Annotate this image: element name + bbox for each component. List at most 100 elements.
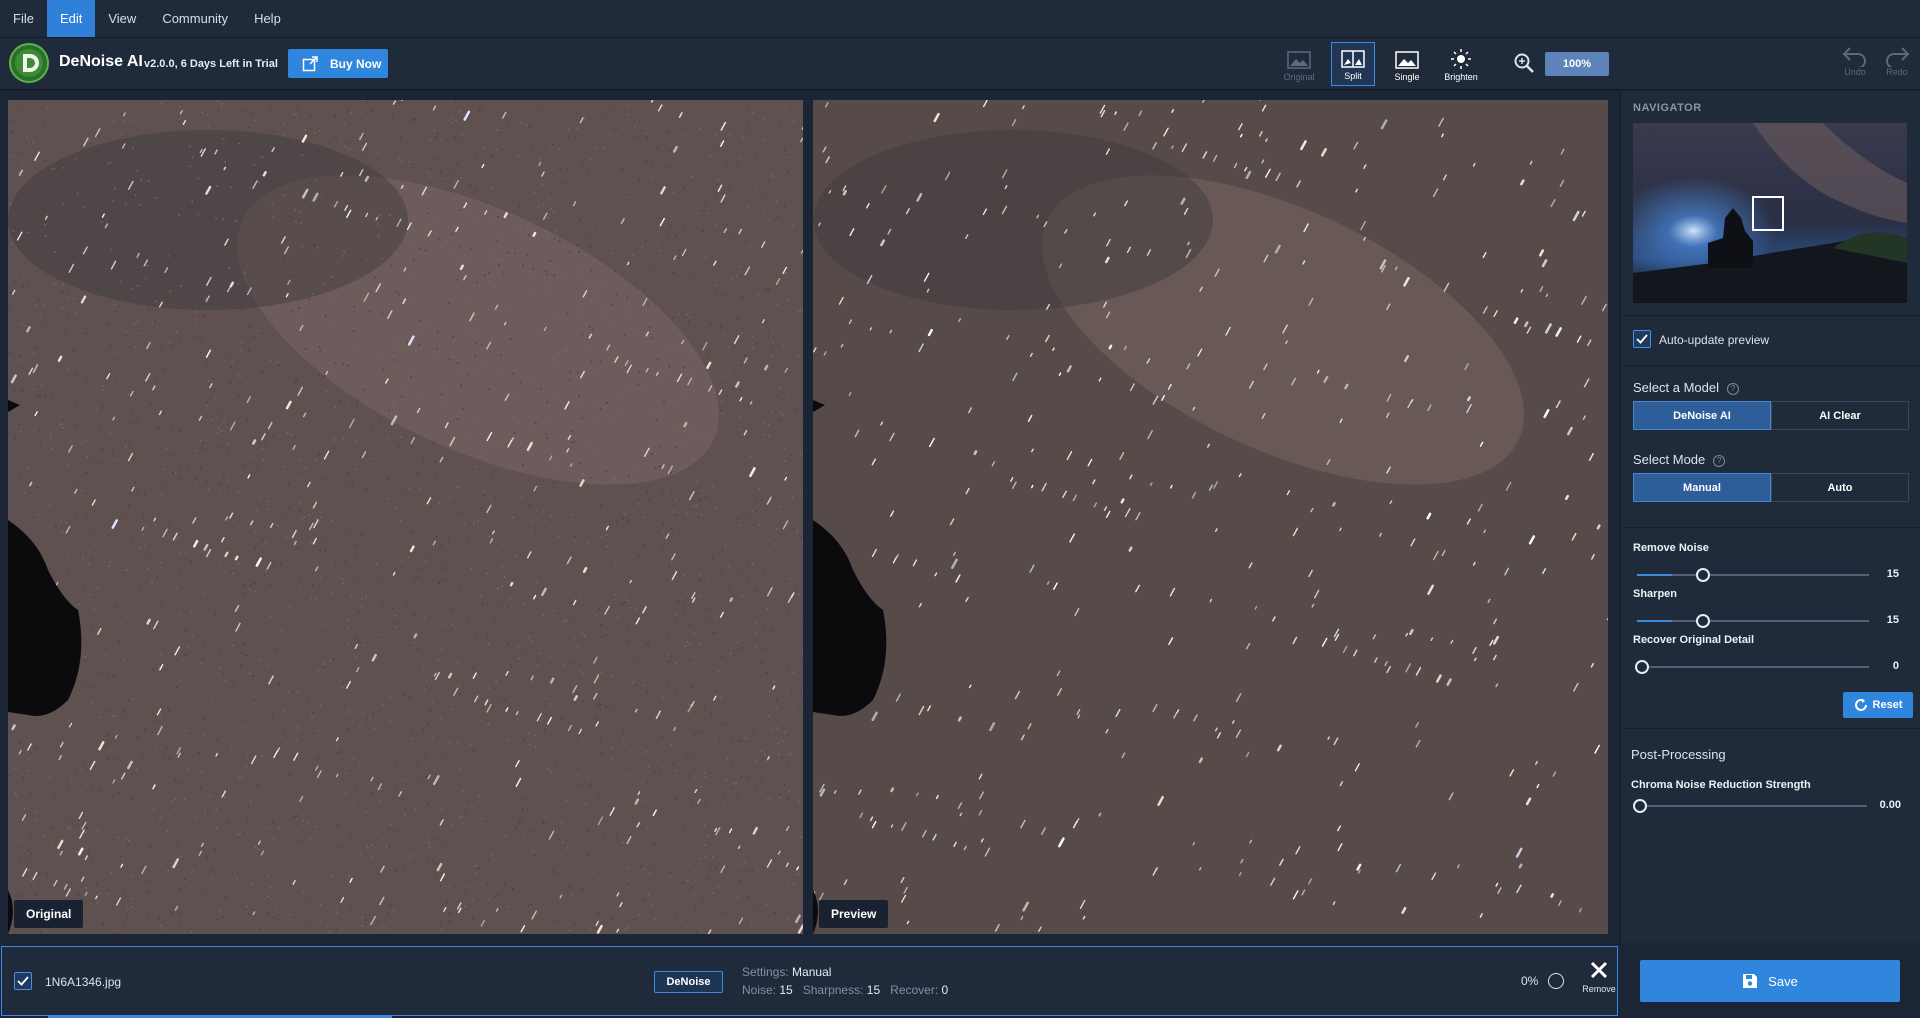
model-denoise-ai-button[interactable]: DeNoise AI: [1633, 401, 1771, 430]
chroma-label: Chroma Noise Reduction Strength: [1631, 779, 1811, 791]
navigator-title: NAVIGATOR: [1633, 102, 1702, 114]
chroma-value: 0.00: [1879, 799, 1901, 811]
image-icon: [1395, 51, 1419, 69]
buy-now-button[interactable]: Buy Now: [288, 49, 388, 78]
reset-icon: [1854, 699, 1867, 711]
noise-label: Noise:: [742, 983, 777, 997]
image-icon: [1287, 51, 1311, 69]
brighten-label: Brighten: [1444, 72, 1478, 82]
slider-label: Remove Noise: [1633, 542, 1709, 554]
menu-community[interactable]: Community: [149, 0, 241, 37]
app-title: DeNoise AI: [59, 53, 143, 70]
help-icon[interactable]: ?: [1727, 382, 1739, 395]
slider-fill: [1637, 574, 1672, 576]
model-mode-section: Select a Model? DeNoise AI AI Clear Sele…: [1621, 366, 1920, 528]
slider-value: 15: [1886, 614, 1899, 626]
external-link-icon: [302, 55, 318, 71]
sharpness-value: 15: [866, 983, 881, 997]
menu-help[interactable]: Help: [241, 0, 294, 37]
brighten-button[interactable]: Brighten: [1439, 42, 1483, 86]
save-button[interactable]: Save: [1640, 960, 1900, 1002]
remove-label: Remove: [1582, 984, 1616, 994]
navigator-landscape-image: [1633, 123, 1907, 303]
original-starfield-image: [8, 100, 803, 934]
slider-label: Sharpen: [1633, 588, 1678, 600]
slider-thumb[interactable]: [1635, 660, 1649, 674]
noise-value: 15: [779, 983, 793, 997]
split-divider[interactable]: [803, 100, 813, 934]
help-icon[interactable]: ?: [1713, 454, 1726, 467]
redo-label: Redo: [1886, 67, 1908, 77]
view-single-label: Single: [1394, 72, 1420, 82]
split-view-icon: [1341, 50, 1365, 68]
denoise-tag: DeNoise: [654, 971, 723, 993]
image-viewer: Original Preview: [0, 91, 1618, 943]
zoom-icon[interactable]: [1513, 52, 1535, 74]
file-bar: 1N6A1346.jpg DeNoise Settings: Manual No…: [0, 945, 1920, 1018]
undo-icon: [1842, 47, 1866, 67]
view-original-button[interactable]: Original: [1277, 42, 1321, 86]
menu-bar: File Edit View Community Help: [0, 0, 1920, 38]
navigator-section: NAVIGATOR: [1621, 91, 1920, 316]
sun-icon: [1451, 49, 1471, 69]
progress-percent: 0%: [1521, 974, 1539, 988]
mode-auto-button[interactable]: Auto: [1771, 473, 1909, 502]
settings-sidebar: NAVIGATOR Auto-update preview Select a M…: [1620, 91, 1920, 943]
model-ai-clear-button[interactable]: AI Clear: [1771, 401, 1909, 430]
slider-thumb[interactable]: [1696, 568, 1711, 582]
recover-label: Recover:: [890, 983, 939, 997]
slider-value: 0: [1892, 660, 1899, 672]
view-split-label: Split: [1344, 71, 1362, 81]
mode-toggle: Manual Auto: [1633, 473, 1909, 502]
original-pane[interactable]: Original: [8, 100, 803, 934]
close-icon: [1590, 961, 1608, 979]
post-processing-section: Post-Processing Chroma Noise Reduction S…: [1621, 728, 1920, 943]
zoom-level[interactable]: 100%: [1545, 52, 1609, 76]
remove-button[interactable]: Remove: [1581, 961, 1617, 1003]
menu-view[interactable]: View: [95, 0, 149, 37]
buy-now-label: Buy Now: [330, 56, 382, 71]
save-label: Save: [1768, 973, 1798, 989]
chroma-slider[interactable]: [1633, 799, 1867, 813]
original-label: Original: [14, 900, 84, 928]
preview-pane[interactable]: Preview: [813, 100, 1608, 934]
model-title: Select a Model?: [1633, 380, 1739, 395]
auto-update-label: Auto-update preview: [1659, 333, 1770, 347]
mode-manual-button[interactable]: Manual: [1633, 473, 1771, 502]
navigator-thumbnail[interactable]: [1633, 123, 1907, 303]
file-row[interactable]: 1N6A1346.jpg DeNoise Settings: Manual No…: [1, 946, 1618, 1016]
mode-title-text: Select Mode: [1633, 452, 1706, 467]
checkmark-icon: [1636, 334, 1648, 344]
progress-circle-icon: [1548, 973, 1564, 989]
menu-file[interactable]: File: [0, 0, 47, 37]
slider-track[interactable]: [1635, 660, 1869, 674]
auto-update-checkbox[interactable]: [1633, 330, 1651, 348]
preview-label: Preview: [819, 900, 889, 928]
slider-fill: [1637, 620, 1672, 622]
slider-value: 15: [1886, 568, 1899, 580]
model-toggle: DeNoise AI AI Clear: [1633, 401, 1909, 430]
sharpness-label: Sharpness:: [802, 983, 864, 997]
slider-track[interactable]: [1637, 568, 1869, 582]
settings-value: Manual: [792, 965, 832, 979]
redo-button[interactable]: Redo: [1880, 45, 1914, 85]
slider-thumb[interactable]: [1696, 614, 1711, 628]
mode-title: Select Mode?: [1633, 452, 1726, 467]
slider-track[interactable]: [1637, 614, 1869, 628]
denoise-logo-icon: [9, 43, 49, 83]
reset-button[interactable]: Reset: [1843, 692, 1913, 718]
view-single-button[interactable]: Single: [1385, 42, 1429, 86]
undo-label: Undo: [1844, 67, 1866, 77]
file-settings-summary: Settings: Manual Noise: 15 Sharpness: 15…: [742, 963, 948, 999]
preview-starfield-image: [813, 100, 1608, 934]
floppy-disk-icon: [1743, 974, 1758, 988]
file-checkbox[interactable]: [14, 972, 32, 990]
app-version: v2.0.0, 6 Days Left in Trial: [144, 58, 278, 70]
menu-edit[interactable]: Edit: [46, 0, 96, 37]
checkmark-icon: [17, 976, 29, 986]
view-split-button[interactable]: Split: [1331, 42, 1375, 86]
redo-icon: [1886, 47, 1910, 67]
chroma-slider-thumb[interactable]: [1633, 799, 1647, 813]
post-processing-title: Post-Processing: [1631, 747, 1726, 762]
undo-button[interactable]: Undo: [1838, 45, 1872, 85]
